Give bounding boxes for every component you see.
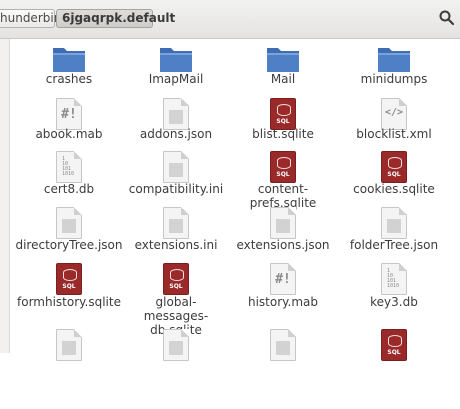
text-file-icon [159, 329, 193, 363]
sqlite-file-icon: SQL [377, 151, 411, 185]
text-file-icon [266, 207, 300, 241]
file-name-label: crashes [45, 72, 93, 86]
sqlite-file-icon: SQL [52, 263, 86, 297]
sidebar-edge [0, 39, 10, 353]
breadcrumb-parent[interactable]: hunderbird [0, 9, 66, 28]
binary-file-icon: 1 10 101 1010 [52, 151, 86, 185]
file-name-label: extensions.ini [134, 238, 218, 252]
file-item[interactable] [227, 329, 339, 409]
text-file-icon [159, 151, 193, 185]
sqlite-file-icon: SQL [159, 263, 193, 297]
file-grid: crashes ImapMail Mail minidumps #! abook.mab a… [10, 39, 460, 361]
sqlite-file-icon: SQL [266, 151, 300, 185]
text-file-icon [52, 329, 86, 363]
mab-file-icon: #! [266, 263, 300, 297]
folder-icon [266, 41, 300, 75]
file-item[interactable] [120, 329, 232, 409]
file-name-label: extensions.json [236, 238, 330, 252]
search-button[interactable] [438, 9, 456, 27]
path-bar: hunderbird 6jgaqrpk.default [0, 0, 460, 39]
file-name-label: addons.json [139, 127, 213, 141]
text-file-icon [266, 329, 300, 363]
file-name-label: cookies.sqlite [353, 182, 435, 196]
search-icon [439, 10, 455, 26]
text-file-icon [159, 207, 193, 241]
folder-icon [159, 41, 193, 75]
breadcrumb-current[interactable]: 6jgaqrpk.default [56, 9, 175, 28]
file-name-label: minidumps [360, 72, 428, 86]
file-name-label: compatibility.ini [128, 182, 224, 196]
binary-file-icon: 1 10 101 1010 [377, 263, 411, 297]
file-name-label: blist.sqlite [252, 127, 314, 141]
text-file-icon [377, 207, 411, 241]
file-name-label: history.mab [247, 295, 319, 309]
file-name-label: cert8.db [43, 182, 95, 196]
file-name-label: blocklist.xml [356, 127, 432, 141]
folder-icon [52, 41, 86, 75]
file-name-label: abook.mab [35, 127, 103, 141]
file-item[interactable] [13, 329, 125, 409]
file-name-label: ImapMail [148, 72, 204, 86]
text-file-icon [52, 207, 86, 241]
folder-icon [377, 41, 411, 75]
file-name-label: folderTree.json [349, 238, 439, 252]
file-item[interactable]: SQL [338, 329, 450, 409]
file-name-label: formhistory.sqlite [17, 295, 121, 309]
file-name-label: directoryTree.json [15, 238, 123, 252]
file-name-label: Mail [270, 72, 296, 86]
sqlite-file-icon: SQL [377, 329, 411, 363]
file-name-label: key3.db [370, 295, 418, 309]
